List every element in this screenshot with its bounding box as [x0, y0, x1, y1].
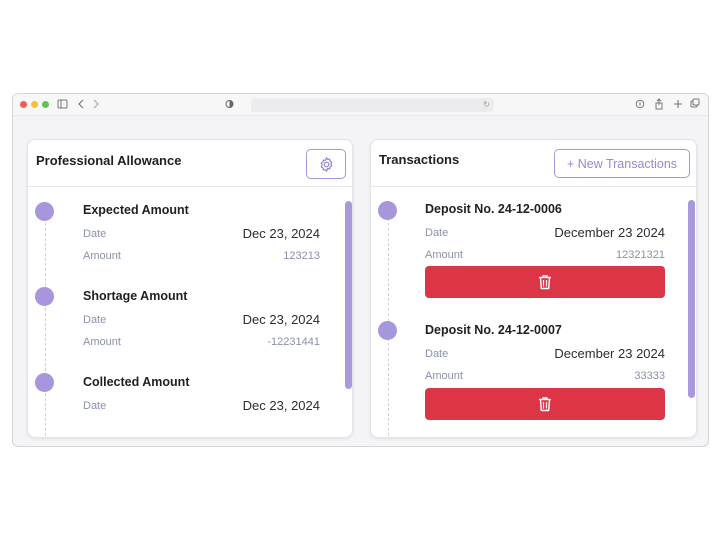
new-tab-icon[interactable]: [673, 97, 683, 111]
allowance-item-title: Collected Amount: [83, 375, 190, 389]
amount-label: Amount: [83, 250, 121, 262]
back-icon[interactable]: [77, 97, 85, 111]
scrollbar-thumb[interactable]: [688, 200, 695, 398]
browser-toolbar: ↻: [13, 94, 708, 116]
sidebar-icon[interactable]: [57, 97, 68, 111]
address-bar[interactable]: ↻: [251, 98, 494, 112]
maximize-window-button[interactable]: [42, 101, 49, 108]
window-controls: [20, 101, 49, 108]
new-transaction-button[interactable]: + New Transactions: [554, 149, 690, 178]
card-title: Professional Allowance: [36, 153, 182, 168]
minimize-window-button[interactable]: [31, 101, 38, 108]
deposit-title: Deposit No. 24-12-0007: [425, 323, 562, 337]
allowance-item-title: Shortage Amount: [83, 289, 188, 303]
timeline-dot: [35, 287, 54, 306]
card-header: Professional Allowance: [28, 140, 352, 187]
trash-icon: [539, 275, 551, 290]
gear-icon: [320, 156, 332, 172]
amount-value: -12231441: [267, 336, 320, 348]
amount-value: 33333: [634, 370, 665, 382]
delete-button[interactable]: [425, 388, 665, 420]
amount-label: Amount: [425, 370, 463, 382]
date-label: Date: [83, 228, 107, 240]
date-value: December 23 2024: [554, 225, 665, 240]
tabs-overview-icon[interactable]: [690, 97, 700, 111]
delete-button[interactable]: [425, 266, 665, 298]
timeline-dot: [35, 202, 54, 221]
amount-label: Amount: [83, 336, 121, 348]
reload-icon[interactable]: ↻: [483, 98, 490, 112]
share-icon[interactable]: [654, 97, 664, 111]
date-value: December 23 2024: [554, 346, 665, 361]
amount-value: 123213: [283, 250, 320, 262]
card-title: Transactions: [379, 152, 460, 167]
timeline-dot: [378, 321, 397, 340]
close-window-button[interactable]: [20, 101, 27, 108]
shield-icon[interactable]: [225, 97, 234, 111]
trash-icon: [539, 397, 551, 412]
date-value: Dec 23, 2024: [242, 398, 320, 413]
settings-button[interactable]: [306, 149, 346, 179]
professional-allowance-card: Professional Allowance Expected Amount D…: [27, 139, 353, 438]
timeline-dot: [35, 373, 54, 392]
amount-value: 12321321: [616, 249, 665, 261]
date-label: Date: [83, 400, 107, 412]
scrollbar-thumb[interactable]: [345, 201, 352, 389]
deposit-title: Deposit No. 24-12-0006: [425, 202, 562, 216]
forward-icon[interactable]: [92, 97, 100, 111]
date-label: Date: [83, 314, 107, 326]
timeline-dot: [378, 201, 397, 220]
download-icon[interactable]: [635, 97, 645, 111]
browser-window: ↻ Professional Allowance Expected Amount…: [12, 93, 709, 447]
card-header: Transactions + New Transactions: [371, 140, 696, 187]
date-label: Date: [425, 227, 449, 239]
amount-label: Amount: [425, 249, 463, 261]
date-value: Dec 23, 2024: [242, 226, 320, 241]
date-value: Dec 23, 2024: [242, 312, 320, 327]
date-label: Date: [425, 348, 449, 360]
transactions-card: Transactions + New Transactions Deposit …: [370, 139, 697, 438]
allowance-item-title: Expected Amount: [83, 203, 189, 217]
timeline-line: [45, 218, 46, 436]
